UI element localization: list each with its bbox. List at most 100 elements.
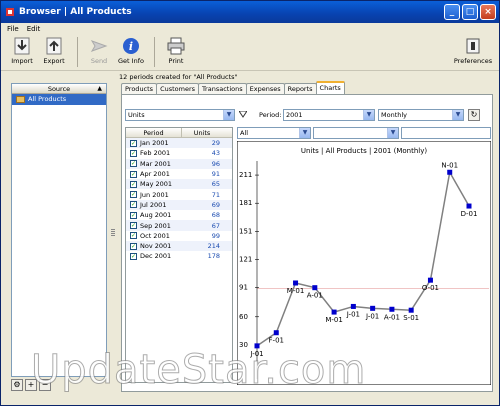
column-header-units[interactable]: Units xyxy=(182,128,222,137)
filter-select-1[interactable]: All ▼ xyxy=(237,127,311,139)
table-row[interactable]: ✓ Jul 2001 69 xyxy=(126,199,232,211)
table-row[interactable]: ✓ Nov 2001 214 xyxy=(126,240,232,252)
row-checkbox[interactable]: ✓ xyxy=(130,242,137,250)
menu-file[interactable]: File xyxy=(7,25,19,33)
source-item-all-products[interactable]: All Products xyxy=(12,94,106,105)
maximize-button[interactable]: □ xyxy=(462,4,478,20)
tab-charts[interactable]: Charts xyxy=(315,81,345,94)
print-button[interactable]: Print xyxy=(161,35,191,65)
splitter-grip[interactable] xyxy=(111,229,115,237)
units-cell: 43 xyxy=(211,149,220,158)
gear-button[interactable]: ⚙ xyxy=(11,379,23,391)
menu-bar: File Edit xyxy=(1,23,499,35)
export-button[interactable]: Export xyxy=(39,35,69,65)
y-tick-label: 121 xyxy=(239,256,252,264)
units-cell: 69 xyxy=(211,200,220,209)
row-checkbox[interactable]: ✓ xyxy=(130,201,137,209)
title-bar: Browser | All Products _ □ × xyxy=(1,1,499,23)
data-point xyxy=(370,305,376,311)
toolbar-separator xyxy=(154,37,155,67)
row-checkbox[interactable]: ✓ xyxy=(130,191,137,199)
refresh-button[interactable]: ↻ xyxy=(468,109,480,121)
printer-icon xyxy=(167,37,185,55)
table-row[interactable]: ✓ Feb 2001 43 xyxy=(126,148,232,158)
toolbar: Import Export Send i Get Info Print Pref… xyxy=(1,35,499,71)
column-header-period[interactable]: Period xyxy=(126,128,182,137)
table-row[interactable]: ✓ Dec 2001 178 xyxy=(126,251,232,261)
close-button[interactable]: × xyxy=(480,4,496,20)
filter-select-2[interactable]: ▼ xyxy=(313,127,399,139)
period-cell: ✓ Nov 2001 xyxy=(126,241,182,251)
row-checkbox[interactable]: ✓ xyxy=(130,222,137,230)
table-row[interactable]: ✓ May 2001 65 xyxy=(126,179,232,190)
data-label: M-01 xyxy=(287,287,304,295)
period-label: Apr 2001 xyxy=(140,170,170,179)
row-checkbox[interactable]: ✓ xyxy=(130,211,137,219)
data-point xyxy=(331,309,337,315)
row-checkbox[interactable]: ✓ xyxy=(130,139,137,147)
interval-select[interactable]: Monthly ▼ xyxy=(378,109,464,121)
table-row[interactable]: ✓ Sep 2001 67 xyxy=(126,220,232,231)
data-label: F-01 xyxy=(269,337,284,345)
y-tick-label: 211 xyxy=(239,171,252,179)
y-tick-label: 60 xyxy=(239,313,248,321)
data-point xyxy=(293,280,299,286)
units-cell: 178 xyxy=(207,252,220,261)
toolbar-separator xyxy=(77,37,78,67)
period-label: Jul 2001 xyxy=(140,200,167,209)
period-cell: ✓ Mar 2001 xyxy=(126,159,182,169)
data-label: M-01 xyxy=(325,316,342,324)
source-header[interactable]: Source ▲ xyxy=(12,84,106,94)
menu-edit[interactable]: Edit xyxy=(27,25,41,33)
tab-reports[interactable]: Reports xyxy=(283,83,317,94)
data-label: O-01 xyxy=(422,284,439,292)
window-title: Browser | All Products xyxy=(19,7,132,17)
table-row[interactable]: ✓ Apr 2001 91 xyxy=(126,169,232,179)
table-row[interactable]: ✓ Oct 2001 99 xyxy=(126,231,232,241)
row-checkbox[interactable]: ✓ xyxy=(130,180,137,188)
import-button[interactable]: Import xyxy=(7,35,37,65)
refresh-icon: ↻ xyxy=(470,110,478,119)
table-row[interactable]: ✓ Jun 2001 71 xyxy=(126,189,232,199)
data-point xyxy=(273,330,279,336)
row-checkbox[interactable]: ✓ xyxy=(130,232,137,240)
period-label: Period: xyxy=(259,111,282,119)
add-button[interactable]: + xyxy=(25,379,37,391)
send-button[interactable]: Send xyxy=(84,35,114,65)
preferences-button[interactable]: Preferences xyxy=(453,35,493,65)
row-checkbox[interactable]: ✓ xyxy=(130,149,137,157)
send-icon xyxy=(90,40,108,52)
row-checkbox[interactable]: ✓ xyxy=(130,252,137,260)
period-label: Nov 2001 xyxy=(140,242,172,251)
filter-icon[interactable] xyxy=(239,111,247,119)
row-checkbox[interactable]: ✓ xyxy=(130,170,137,178)
tab-transactions[interactable]: Transactions xyxy=(198,83,247,94)
table-row[interactable]: ✓ Jan 2001 29 xyxy=(126,138,232,149)
units-cell: 65 xyxy=(211,180,220,189)
tab-products[interactable]: Products xyxy=(121,83,158,94)
table-row[interactable]: ✓ Mar 2001 96 xyxy=(126,158,232,169)
period-select[interactable]: 2001 ▼ xyxy=(283,109,375,121)
data-label: J-01 xyxy=(365,312,379,320)
get-info-button[interactable]: i Get Info xyxy=(116,35,146,65)
tab-customers[interactable]: Customers xyxy=(156,83,200,94)
units-cell: 96 xyxy=(211,159,220,168)
data-point xyxy=(312,285,318,291)
search-input[interactable] xyxy=(401,127,491,139)
data-label: A-01 xyxy=(307,292,323,300)
data-point xyxy=(389,306,395,312)
table-row[interactable]: ✓ Aug 2001 68 xyxy=(126,210,232,220)
folder-icon xyxy=(16,96,25,103)
status-text: 12 periods created for "All Products" xyxy=(119,73,238,81)
tab-expenses[interactable]: Expenses xyxy=(245,83,285,94)
data-label: A-01 xyxy=(384,313,400,321)
remove-button[interactable]: − xyxy=(39,379,51,391)
measure-select[interactable]: Units ▼ xyxy=(125,109,235,121)
chevron-down-icon: ▼ xyxy=(452,110,463,120)
chevron-down-icon: ▼ xyxy=(387,128,398,138)
period-label: Jun 2001 xyxy=(140,190,169,199)
row-checkbox[interactable]: ✓ xyxy=(130,160,137,168)
data-point xyxy=(447,169,453,175)
data-label: S-01 xyxy=(403,314,419,322)
minimize-button[interactable]: _ xyxy=(444,4,460,20)
